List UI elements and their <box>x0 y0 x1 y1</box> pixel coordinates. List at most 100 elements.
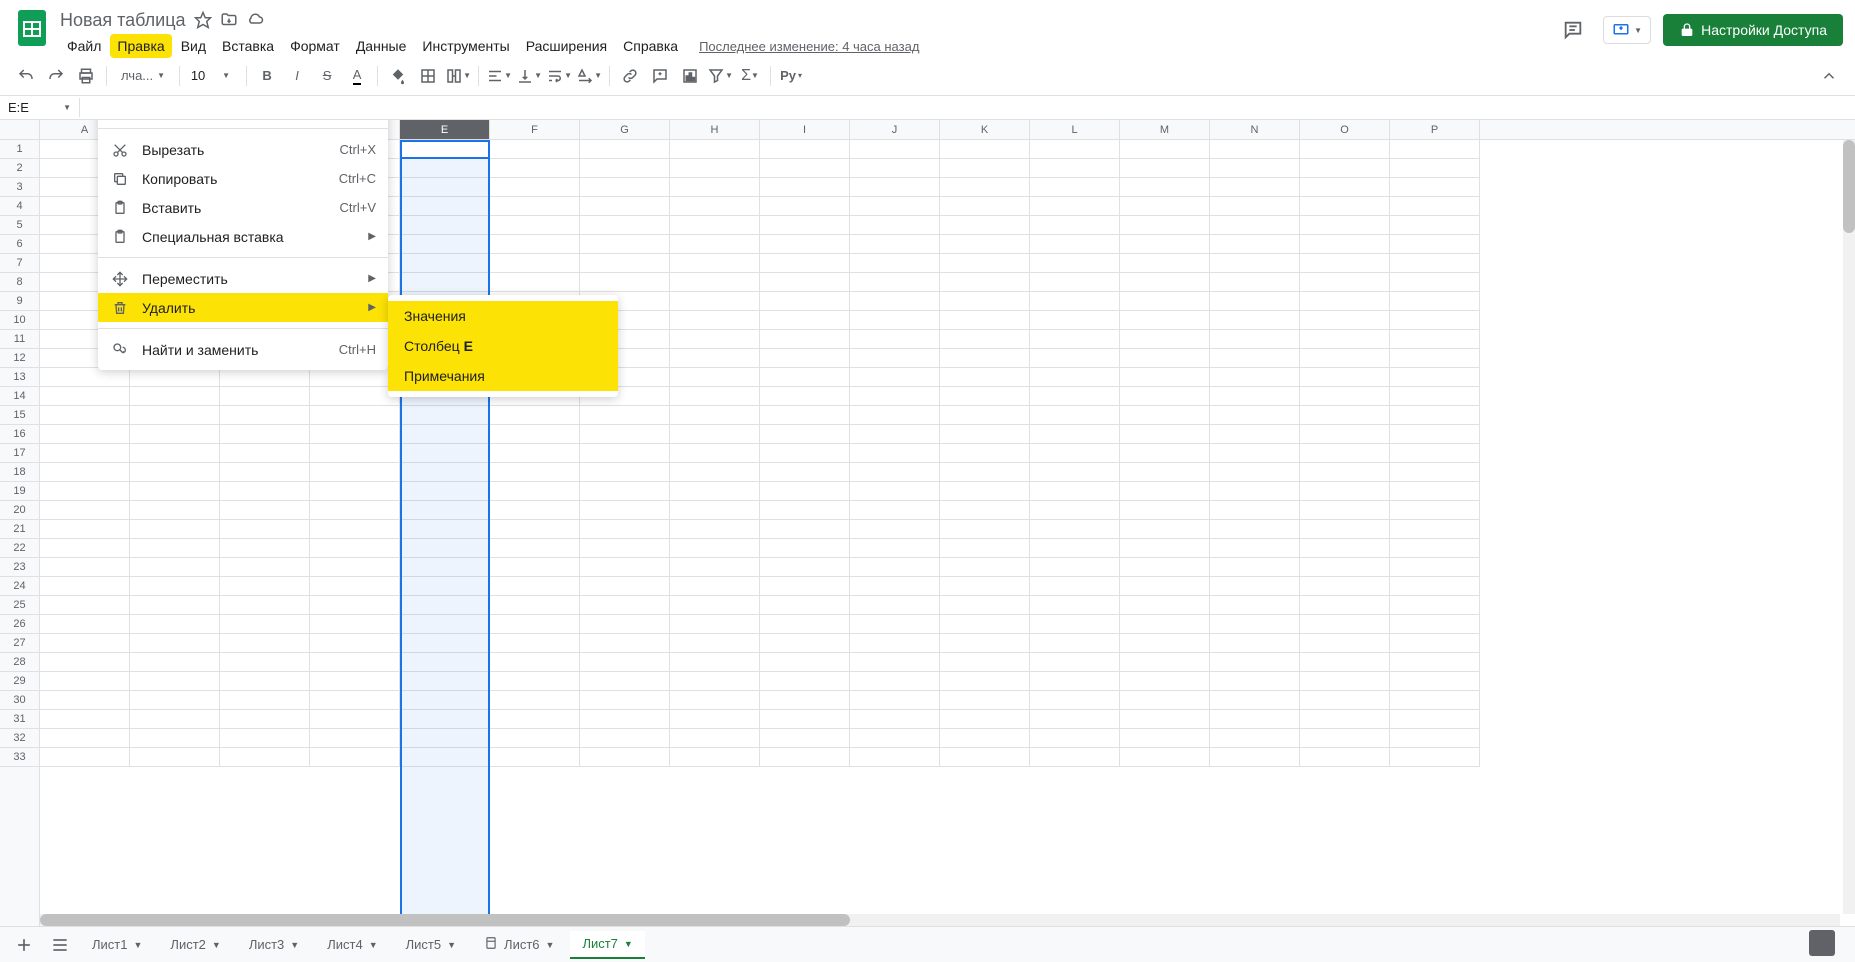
menu-cut[interactable]: Вырезать Ctrl+X <box>98 135 388 164</box>
submenu-delete-column[interactable]: Столбец E <box>388 331 618 361</box>
row-header[interactable]: 19 <box>0 482 39 501</box>
column-header-L[interactable]: L <box>1030 120 1120 139</box>
cloud-status-icon[interactable] <box>246 11 264 29</box>
document-title[interactable]: Новая таблица <box>60 10 186 31</box>
chevron-down-icon[interactable]: ▼ <box>212 940 221 950</box>
sheet-tab[interactable]: Лист7▼ <box>570 931 644 959</box>
menu-tools[interactable]: Инструменты <box>415 34 516 58</box>
column-header-P[interactable]: P <box>1390 120 1480 139</box>
column-header-G[interactable]: G <box>580 120 670 139</box>
submenu-delete-values[interactable]: Значения <box>388 301 618 331</box>
row-header[interactable]: 14 <box>0 387 39 406</box>
link-icon[interactable] <box>616 62 644 90</box>
column-header-O[interactable]: O <box>1300 120 1390 139</box>
font-size-dropdown-icon[interactable]: ▼ <box>212 62 240 90</box>
row-header[interactable]: 8 <box>0 273 39 292</box>
borders-icon[interactable] <box>414 62 442 90</box>
all-sheets-icon[interactable] <box>44 931 76 959</box>
row-header[interactable]: 11 <box>0 330 39 349</box>
menu-paste[interactable]: Вставить Ctrl+V <box>98 193 388 222</box>
chevron-down-icon[interactable]: ▼ <box>624 939 633 949</box>
column-header-J[interactable]: J <box>850 120 940 139</box>
column-header-K[interactable]: K <box>940 120 1030 139</box>
row-header[interactable]: 33 <box>0 748 39 767</box>
move-folder-icon[interactable] <box>220 11 238 29</box>
sheet-tab[interactable]: Лист6▼ <box>472 931 566 959</box>
row-header[interactable]: 4 <box>0 197 39 216</box>
menu-copy[interactable]: Копировать Ctrl+C <box>98 164 388 193</box>
font-size-input[interactable]: 10 <box>186 68 210 83</box>
row-header[interactable]: 25 <box>0 596 39 615</box>
menu-data[interactable]: Данные <box>349 34 414 58</box>
row-header[interactable]: 28 <box>0 653 39 672</box>
menu-format[interactable]: Формат <box>283 34 347 58</box>
row-header[interactable]: 9 <box>0 292 39 311</box>
sheet-tab[interactable]: Лист3▼ <box>237 931 311 959</box>
menu-extensions[interactable]: Расширения <box>519 34 614 58</box>
text-color-icon[interactable]: A <box>343 62 371 90</box>
explore-button-icon[interactable] <box>1809 930 1835 956</box>
row-header[interactable]: 30 <box>0 691 39 710</box>
redo-icon[interactable] <box>42 62 70 90</box>
comments-icon[interactable] <box>1555 12 1591 48</box>
select-all-corner[interactable] <box>0 120 40 139</box>
chart-icon[interactable] <box>676 62 704 90</box>
strikethrough-icon[interactable]: S <box>313 62 341 90</box>
vertical-scrollbar[interactable] <box>1843 140 1855 914</box>
submenu-delete-notes[interactable]: Примечания <box>388 361 618 391</box>
column-header-E[interactable]: E <box>400 120 490 139</box>
column-header-N[interactable]: N <box>1210 120 1300 139</box>
column-header-M[interactable]: M <box>1120 120 1210 139</box>
row-header[interactable]: 22 <box>0 539 39 558</box>
italic-icon[interactable]: I <box>283 62 311 90</box>
menu-redo[interactable]: Повторить Ctrl+Y <box>98 120 388 122</box>
row-header[interactable]: 7 <box>0 254 39 273</box>
share-button[interactable]: Настройки Доступа <box>1663 14 1843 46</box>
row-header[interactable]: 26 <box>0 615 39 634</box>
bold-icon[interactable]: B <box>253 62 281 90</box>
row-header[interactable]: 24 <box>0 577 39 596</box>
undo-icon[interactable] <box>12 62 40 90</box>
chevron-down-icon[interactable]: ▼ <box>369 940 378 950</box>
row-header[interactable]: 2 <box>0 159 39 178</box>
menu-insert[interactable]: Вставка <box>215 34 281 58</box>
column-header-H[interactable]: H <box>670 120 760 139</box>
row-header[interactable]: 3 <box>0 178 39 197</box>
chevron-down-icon[interactable]: ▼ <box>133 940 142 950</box>
row-header[interactable]: 15 <box>0 406 39 425</box>
row-header[interactable]: 20 <box>0 501 39 520</box>
star-icon[interactable] <box>194 11 212 29</box>
menu-edit[interactable]: Правка <box>110 34 171 58</box>
horizontal-scrollbar[interactable] <box>40 914 1840 926</box>
input-tools-icon[interactable]: Ру▾ <box>777 62 805 90</box>
row-header[interactable]: 29 <box>0 672 39 691</box>
menu-delete[interactable]: Удалить ▶ <box>98 293 388 322</box>
font-selector[interactable]: лча...▼ <box>113 64 173 87</box>
row-header[interactable]: 12 <box>0 349 39 368</box>
row-header[interactable]: 18 <box>0 463 39 482</box>
row-header[interactable]: 27 <box>0 634 39 653</box>
menu-help[interactable]: Справка <box>616 34 685 58</box>
fill-color-icon[interactable] <box>384 62 412 90</box>
column-header-F[interactable]: F <box>490 120 580 139</box>
horiz-align-icon[interactable]: ▼ <box>485 62 513 90</box>
chevron-down-icon[interactable]: ▼ <box>546 940 555 950</box>
sheet-tab[interactable]: Лист2▼ <box>158 931 232 959</box>
column-header-I[interactable]: I <box>760 120 850 139</box>
functions-icon[interactable]: Σ▼ <box>736 62 764 90</box>
name-box[interactable]: E:E▼ <box>0 98 80 117</box>
row-header[interactable]: 6 <box>0 235 39 254</box>
menu-move[interactable]: Переместить ▶ <box>98 264 388 293</box>
row-header[interactable]: 23 <box>0 558 39 577</box>
print-icon[interactable] <box>72 62 100 90</box>
sheet-tab[interactable]: Лист1▼ <box>80 931 154 959</box>
merge-cells-icon[interactable]: ▼ <box>444 62 472 90</box>
menu-view[interactable]: Вид <box>174 34 213 58</box>
text-wrap-icon[interactable]: ▼ <box>545 62 573 90</box>
text-rotation-icon[interactable]: ▼ <box>575 62 603 90</box>
sheet-tab[interactable]: Лист5▼ <box>394 931 468 959</box>
row-header[interactable]: 31 <box>0 710 39 729</box>
row-header[interactable]: 21 <box>0 520 39 539</box>
chevron-down-icon[interactable]: ▼ <box>290 940 299 950</box>
menu-paste-special[interactable]: Специальная вставка ▶ <box>98 222 388 251</box>
